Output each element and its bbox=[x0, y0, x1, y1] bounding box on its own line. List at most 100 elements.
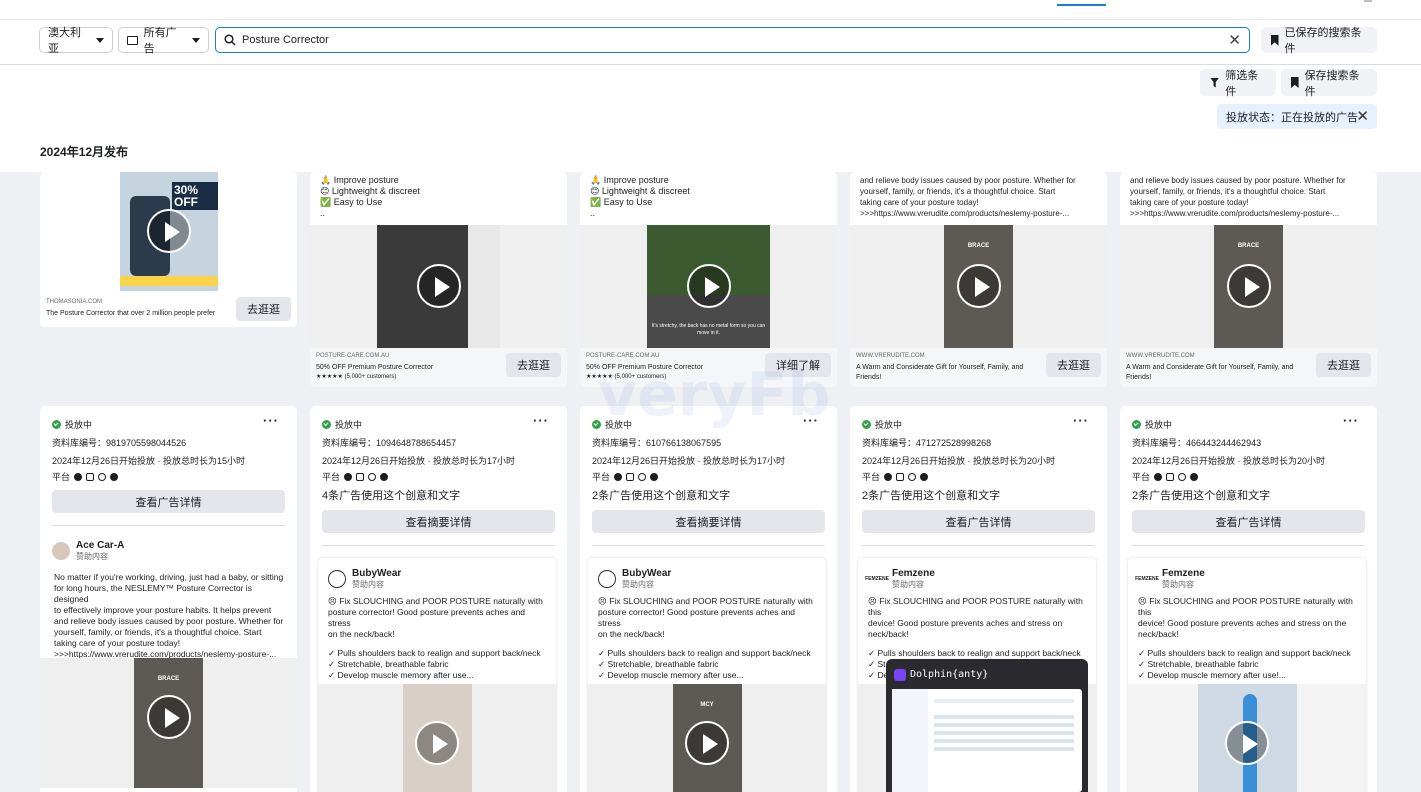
platforms: 平台 bbox=[322, 470, 389, 483]
more-options-icon[interactable]: ··· bbox=[1073, 413, 1089, 428]
ad-body: 😣 Fix SLOUCHING and POOR POSTURE natural… bbox=[318, 596, 556, 681]
search-input[interactable]: Posture Corrector ✕ bbox=[215, 27, 1250, 53]
ad-body-line bbox=[1138, 640, 1356, 648]
advertiser-header: BubyWear 赞助内容 bbox=[598, 568, 671, 590]
facebook-icon bbox=[74, 472, 83, 481]
ad-preview-card: 🙏 Improve posture 😊 Lightweight & discre… bbox=[310, 172, 567, 387]
ad-preview-card: 30% OFF THOMASONIA.COM The Posture Corre… bbox=[40, 172, 297, 327]
view-ad-details-button[interactable]: 查看摘要详情 bbox=[322, 510, 555, 533]
ad-creative-preview: FEMZENE Femzene 赞助内容 😣 Fix SLOUCHING and PO… bbox=[1128, 558, 1366, 792]
messenger-icon bbox=[380, 472, 389, 481]
platform-label: 平台 bbox=[862, 472, 881, 482]
ad-type-dropdown[interactable]: 所有广告 bbox=[118, 27, 209, 55]
platform-label: 平台 bbox=[1132, 472, 1151, 482]
audience-network-icon bbox=[908, 472, 917, 481]
advertiser-name[interactable]: BubyWear bbox=[352, 568, 401, 579]
more-options-icon[interactable]: ··· bbox=[803, 413, 819, 428]
more-options-icon[interactable]: ··· bbox=[263, 413, 279, 428]
country-dropdown[interactable]: 澳大利亚 bbox=[39, 27, 113, 55]
clear-icon[interactable]: ✕ bbox=[1228, 31, 1241, 49]
advertiser-name[interactable]: BubyWear bbox=[622, 568, 671, 579]
play-icon[interactable] bbox=[1227, 264, 1271, 308]
ad-body-line: ✓ Stretchable, breathable fabric bbox=[328, 659, 449, 669]
advertiser-header: FEMZENE Femzene 赞助内容 bbox=[865, 568, 935, 590]
advertiser-avatar[interactable] bbox=[328, 570, 346, 588]
status-badge: 投放中 bbox=[322, 418, 362, 431]
creative-usage-count: 2条广告使用这个创意和文字 bbox=[592, 490, 731, 502]
video-label: MCY bbox=[700, 702, 714, 708]
filter-panel: 筛选条件 保存搜索条件 投放状态：正在投放的广告 ✕ 2024年12月发布 bbox=[0, 65, 1421, 172]
view-ad-details-button[interactable]: 查看广告详情 bbox=[862, 510, 1095, 533]
ad-body-line: neck/back! bbox=[868, 629, 909, 639]
check-circle-icon bbox=[52, 420, 61, 429]
cta-button[interactable]: 去逛逛 bbox=[236, 297, 291, 321]
view-ad-details-button[interactable]: 查看广告详情 bbox=[1132, 510, 1365, 533]
ad-body-line: >>>https://www.vrerudite.com/products/ne… bbox=[1130, 209, 1340, 218]
ad-headline: A Warm and Considerate Gift for Yourself… bbox=[1126, 364, 1294, 381]
view-ad-details-button[interactable]: 查看摘要详情 bbox=[592, 510, 825, 533]
cta-button[interactable]: 去逛逛 bbox=[1046, 353, 1101, 377]
status-badge: 投放中 bbox=[862, 418, 902, 431]
play-icon[interactable] bbox=[417, 264, 461, 308]
advertiser-avatar[interactable] bbox=[598, 570, 616, 588]
ad-body-line: and relieve body issues caused by poor p… bbox=[54, 616, 284, 626]
close-icon[interactable]: ✕ bbox=[1356, 107, 1369, 125]
sponsored-label: 赞助内容 bbox=[892, 580, 924, 589]
instagram-icon bbox=[356, 472, 365, 481]
ad-headline: A Warm and Considerate Gift for Yourself… bbox=[856, 364, 1024, 381]
ad-body-line: 😣 Fix SLOUCHING and POOR POSTURE natural… bbox=[1138, 596, 1353, 617]
status-filter-chip[interactable]: 投放状态：正在投放的广告 ✕ bbox=[1217, 104, 1377, 129]
creative-usage-count: 2条广告使用这个创意和文字 bbox=[862, 490, 1001, 502]
play-icon[interactable] bbox=[415, 721, 459, 765]
dolphin-anty-preview[interactable]: Dolphin{anty} bbox=[886, 659, 1088, 792]
ad-footer: THOMASONIA.COM The Posture Corrector tha… bbox=[40, 294, 297, 327]
ad-body-line: ✓ Pulls shoulders back to realign and su… bbox=[328, 648, 541, 658]
ad-body-line: ✓ Pulls shoulders back to realign and su… bbox=[868, 648, 1081, 658]
search-icon bbox=[224, 34, 236, 46]
advertiser-avatar[interactable] bbox=[52, 542, 70, 560]
status-text: 投放中 bbox=[605, 420, 633, 430]
view-ad-details-button[interactable]: 查看广告详情 bbox=[52, 490, 285, 513]
ad-preview-card: and relieve body issues caused by poor p… bbox=[1120, 172, 1377, 387]
advertiser-name[interactable]: Femzene bbox=[1162, 568, 1205, 579]
advertiser-name[interactable]: Femzene bbox=[892, 568, 935, 579]
messenger-icon bbox=[920, 472, 929, 481]
check-circle-icon bbox=[1132, 420, 1141, 429]
status-text: 投放中 bbox=[65, 420, 93, 430]
more-options-icon[interactable]: ··· bbox=[533, 413, 549, 428]
run-dates: 2024年12月26日开始投放 · 投放总时长为20小时 bbox=[1132, 456, 1326, 466]
platforms: 平台 bbox=[52, 470, 119, 483]
cta-button[interactable]: 去逛逛 bbox=[506, 353, 561, 377]
dolphin-logo-icon bbox=[894, 669, 906, 681]
cta-button[interactable]: 去逛逛 bbox=[1316, 353, 1371, 377]
play-icon[interactable] bbox=[687, 264, 731, 308]
run-dates: 2024年12月26日开始投放 · 投放总时长为15小时 bbox=[52, 456, 246, 466]
sponsored-label: 赞助内容 bbox=[622, 580, 654, 589]
save-search-button[interactable]: 保存搜索条件 bbox=[1281, 69, 1377, 98]
filter-button[interactable]: 筛选条件 bbox=[1200, 69, 1276, 98]
ad-body-line: 😊 Lightweight & discreet bbox=[590, 186, 690, 196]
advertiser-avatar[interactable]: FEMZENE bbox=[865, 570, 889, 588]
play-icon[interactable] bbox=[146, 695, 191, 739]
advertiser-name[interactable]: Ace Car-A bbox=[76, 540, 124, 551]
play-icon[interactable] bbox=[957, 264, 1001, 308]
cta-button[interactable]: 详细了解 bbox=[765, 353, 831, 377]
saved-searches-button[interactable]: 已保存的搜索条件 bbox=[1261, 27, 1377, 55]
divider bbox=[862, 545, 1095, 546]
platform-label: 平台 bbox=[592, 472, 611, 482]
more-options-icon[interactable]: ··· bbox=[1343, 413, 1359, 428]
advertiser-avatar[interactable]: FEMZENE bbox=[1135, 570, 1159, 588]
play-icon[interactable] bbox=[147, 209, 191, 253]
save-search-label: 保存搜索条件 bbox=[1304, 69, 1360, 98]
dolphin-title: Dolphin{anty} bbox=[910, 669, 989, 680]
ad-footer: WWW.VRERUDITE.COM A Warm and Considerate… bbox=[850, 348, 1107, 387]
instagram-icon bbox=[86, 472, 95, 481]
chevron-down-icon bbox=[96, 37, 104, 43]
ad-body-line: to effectively improve your posture habi… bbox=[54, 605, 272, 615]
monitor-icon bbox=[127, 35, 138, 45]
play-icon[interactable] bbox=[685, 721, 729, 765]
video-caption: It's stretchy, the back has no metal for… bbox=[651, 323, 766, 336]
ad-body-line: posture corrector! Good posture prevents… bbox=[598, 607, 796, 628]
play-icon[interactable] bbox=[1225, 721, 1269, 765]
status-text: 投放中 bbox=[1145, 420, 1173, 430]
